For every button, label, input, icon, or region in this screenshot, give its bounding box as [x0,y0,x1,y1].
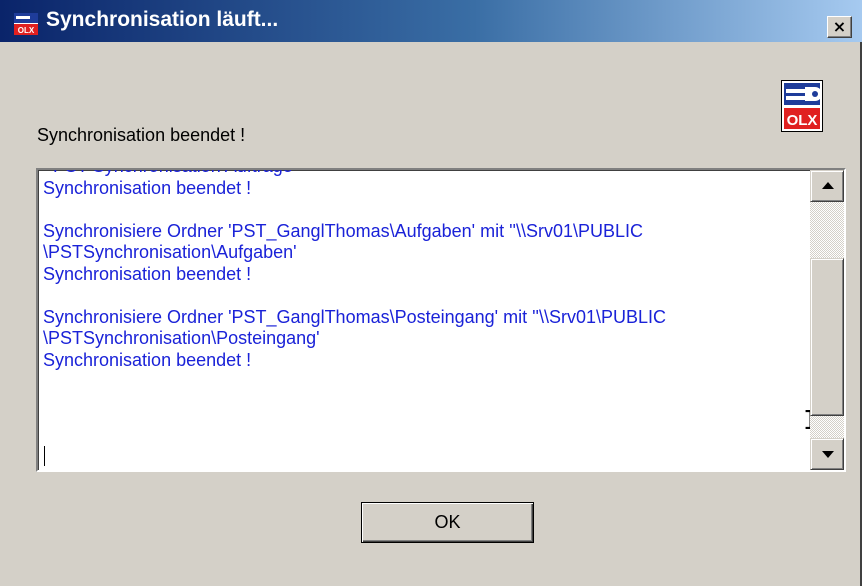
olx-logo-text: OLX [787,112,818,129]
status-label: Synchronisation beendet ! [37,125,246,145]
log-line: Synchronisiere Ordner 'PST_GanglThomas\A… [43,220,644,241]
log-line: Synchronisation beendet ! [43,263,252,284]
arrow-up-icon [822,182,834,189]
ok-button[interactable]: OK [361,502,534,543]
svg-text:OLX: OLX [18,26,35,35]
scroll-down-button[interactable] [810,438,844,470]
log-textarea[interactable]: PST Synchronisation AufträgeSynchronisat… [36,168,846,472]
log-line: PST Synchronisation Aufträge [43,170,803,178]
close-icon: × [832,17,847,36]
log-line: \PSTSynchronisation\Aufgaben' [43,242,297,262]
log-line: \PSTSynchronisation\Posteingang' [43,328,320,348]
olx-logo-icon: OLX [781,80,823,132]
title-bar[interactable]: OLX Synchronisation läuft... × [0,0,862,42]
text-caret [44,446,45,466]
close-button[interactable]: × [827,16,852,38]
sync-dialog: OLX Synchronisation läuft... × OLX Synch… [0,0,862,586]
log-line: Synchronisiere Ordner 'PST_GanglThomas\P… [43,306,667,327]
log-line: Synchronisation beendet ! [43,177,252,198]
scroll-up-button[interactable] [810,170,844,202]
vertical-scrollbar[interactable] [810,170,844,470]
log-content: PST Synchronisation AufträgeSynchronisat… [43,170,803,371]
arrow-down-icon [822,451,834,458]
window-title: Synchronisation läuft... [46,8,279,31]
log-line: Synchronisation beendet ! [43,349,252,370]
olx-app-icon: OLX [14,13,38,35]
scrollbar-thumb[interactable] [810,258,844,417]
